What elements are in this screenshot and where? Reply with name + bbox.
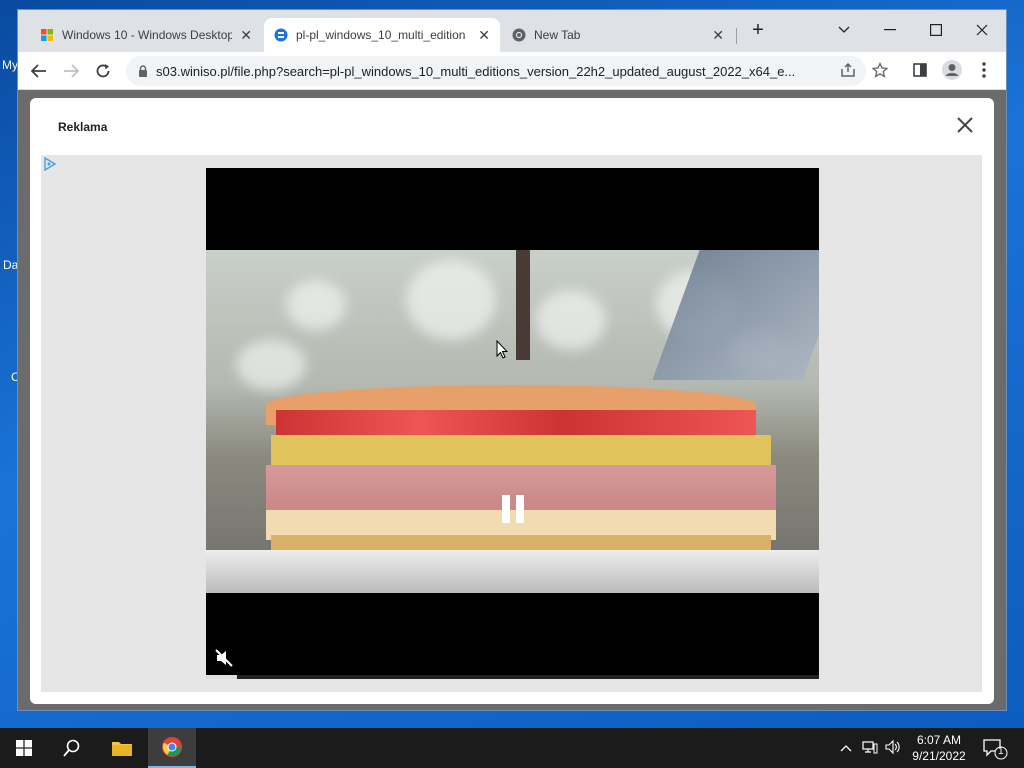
tab-close-icon[interactable]: ✕ [712,27,724,44]
chrome-taskbar-button[interactable] [148,728,196,768]
show-hidden-icons-chevron-icon[interactable] [840,740,852,755]
video-progress-fill [206,675,237,679]
chrome-icon [162,737,182,757]
close-window-button[interactable] [968,16,996,44]
pause-icon[interactable] [500,494,526,524]
windows-start-icon [16,740,32,756]
network-icon[interactable] [862,739,878,758]
tab-close-icon[interactable]: ✕ [240,27,252,44]
url-text[interactable]: s03.winiso.pl/file.php?search=pl-pl_wind… [156,64,826,79]
taskbar: 6:07 AM 9/21/2022 1 [0,728,1024,768]
clock-time: 6:07 AM [916,733,962,747]
address-bar[interactable]: s03.winiso.pl/file.php?search=pl-pl_wind… [126,56,866,86]
tab-search-icon[interactable] [830,16,858,44]
windows-logo-icon [41,29,53,41]
back-button[interactable] [26,58,52,84]
tab-label: New Tab [534,28,581,42]
volume-icon[interactable] [884,739,900,758]
tab-strip: Windows 10 - Windows Desktop ✕ pl-pl_win… [18,10,1006,52]
modal-title: Reklama [58,120,108,134]
lock-icon[interactable] [138,65,148,77]
minimize-button[interactable] [876,16,904,44]
tab-winiso-active[interactable]: pl-pl_windows_10_multi_editions ✕ [264,18,500,52]
bookmark-star-icon[interactable] [866,56,894,84]
muted-speaker-icon[interactable] [214,648,234,668]
reload-button[interactable] [90,58,116,84]
tab-new-tab[interactable]: New Tab ✕ [502,18,734,52]
notification-count-badge: 1 [998,746,1004,757]
ad-modal: Reklama [30,98,994,704]
notification-icon [983,739,1008,760]
file-explorer-button[interactable] [98,728,146,768]
side-panel-icon[interactable] [906,56,934,84]
system-clock[interactable]: 6:07 AM 9/21/2022 [906,732,972,764]
desktop-icon-label-da[interactable]: Da [3,258,18,272]
forward-button[interactable] [58,58,84,84]
maximize-button[interactable] [922,16,950,44]
desktop-icon-label-my[interactable]: My [2,58,18,72]
tab-close-icon[interactable]: ✕ [478,27,490,44]
start-button[interactable] [0,728,48,768]
video-frame-image [206,250,819,593]
tab-label: pl-pl_windows_10_multi_editions [296,28,466,42]
share-icon[interactable] [834,56,862,84]
tab-windows-desktop[interactable]: Windows 10 - Windows Desktop ✕ [30,18,262,52]
browser-window: Windows 10 - Windows Desktop ✕ pl-pl_win… [18,10,1006,710]
folder-icon [112,742,132,756]
page-content: Reklama [18,90,1006,710]
search-button[interactable] [48,728,96,768]
chrome-menu-icon[interactable] [970,56,998,84]
site-favicon-icon [274,28,288,42]
new-tab-button[interactable]: + [744,16,772,44]
search-icon [63,739,80,757]
video-player[interactable] [206,168,819,679]
clock-date: 9/21/2022 [912,749,966,763]
ad-container [41,155,982,692]
action-center-button[interactable]: 1 [980,734,1010,762]
video-progress-bar[interactable] [206,675,819,679]
modal-close-icon[interactable] [954,114,976,136]
browser-toolbar: s03.winiso.pl/file.php?search=pl-pl_wind… [18,52,1006,90]
mouse-cursor-icon [496,340,508,359]
profile-avatar-icon[interactable] [938,56,966,84]
tab-label: Windows 10 - Windows Desktop [62,28,232,42]
tab-separator [736,28,737,44]
chrome-icon [512,28,526,42]
adchoices-icon[interactable] [43,157,57,171]
